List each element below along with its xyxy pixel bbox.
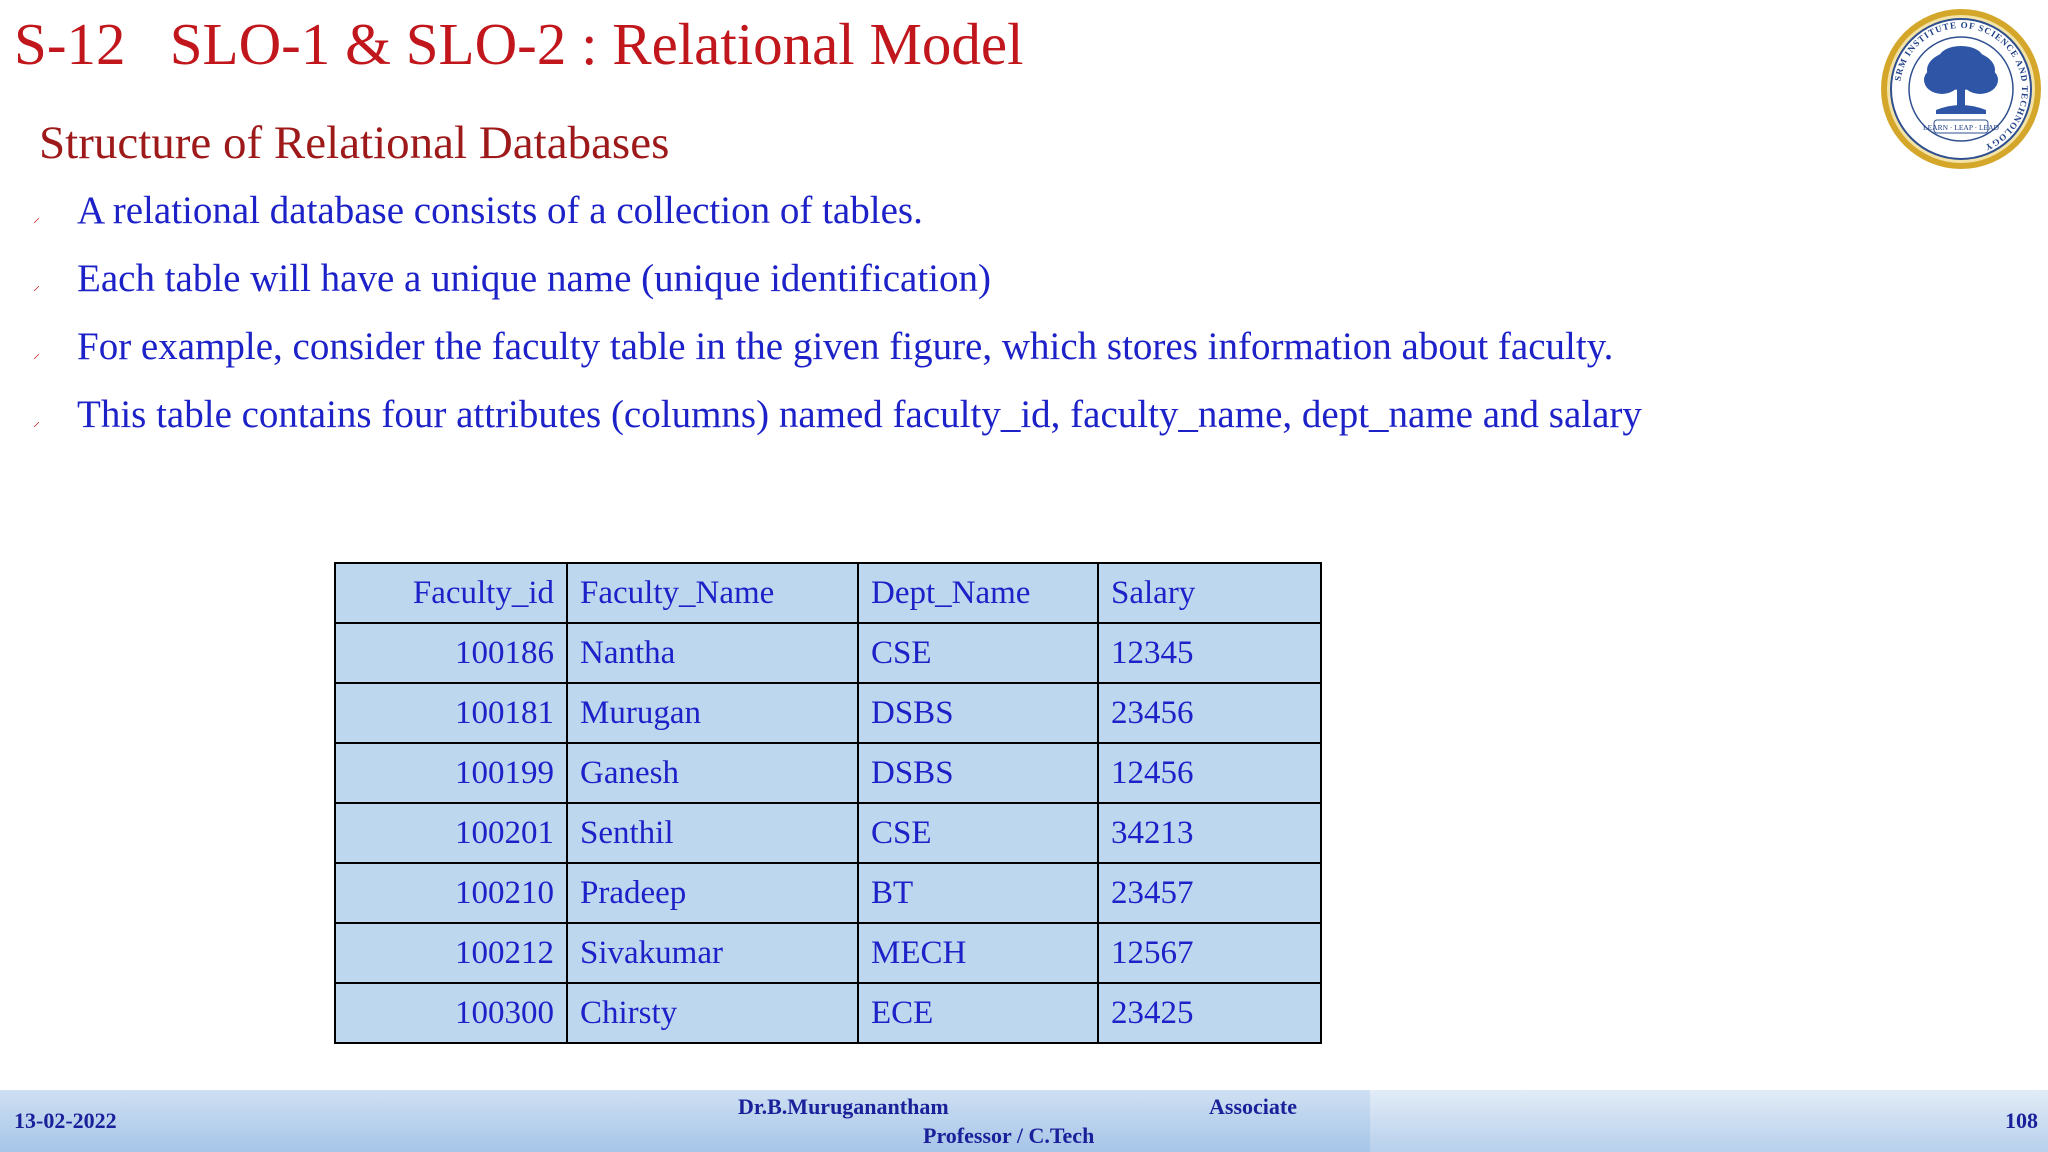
cell-dept-name: BT [857, 862, 1099, 924]
table-header-row: Faculty_id Faculty_Name Dept_Name Salary [334, 562, 1322, 624]
cell-dept-name: ECE [857, 982, 1099, 1044]
cell-dept-name: CSE [857, 622, 1099, 684]
cell-faculty-id: 100186 [334, 622, 568, 684]
section-subtitle: Structure of Relational Databases [39, 117, 670, 169]
column-header-dept-name: Dept_Name [857, 562, 1099, 624]
cell-salary: 12456 [1097, 742, 1322, 804]
institute-logo-icon: SRM INSTITUTE OF SCIENCE AND TECHNOLOGY … [1881, 9, 2041, 169]
cell-faculty-id: 100300 [334, 982, 568, 1044]
bullet-marker-icon: ⸝ [33, 347, 40, 362]
cell-faculty-id: 100201 [334, 802, 568, 864]
footer-role-line2: Professor / C.Tech [923, 1123, 1095, 1148]
cell-faculty-id: 100181 [334, 682, 568, 744]
cell-faculty-name: Nantha [566, 622, 859, 684]
cell-dept-name: DSBS [857, 742, 1099, 804]
table-row: 100199 Ganesh DSBS 12456 [334, 742, 1322, 804]
bullet-item: ⸝ Each table will have a unique name (uni… [30, 256, 1810, 302]
slide-title: S-12 SLO-1 & SLO-2 : Relational Model [14, 11, 1024, 77]
column-header-salary: Salary [1097, 562, 1322, 624]
bullet-text: A relational database consists of a coll… [77, 189, 923, 232]
cell-faculty-name: Chirsty [566, 982, 859, 1044]
cell-salary: 23425 [1097, 982, 1322, 1044]
bullet-text: This table contains four attributes (col… [77, 393, 1642, 436]
table-row: 100210 Pradeep BT 23457 [334, 862, 1322, 924]
bullet-item: ⸝ This table contains four attributes (co… [30, 392, 1737, 438]
cell-dept-name: CSE [857, 802, 1099, 864]
cell-salary: 12567 [1097, 922, 1322, 984]
cell-faculty-id: 100199 [334, 742, 568, 804]
bullet-item: ⸝ A relational database consists of a col… [30, 188, 1810, 234]
cell-salary: 34213 [1097, 802, 1322, 864]
table-row: 100181 Murugan DSBS 23456 [334, 682, 1322, 744]
bullet-list: ⸝ A relational database consists of a col… [30, 188, 1810, 460]
cell-salary: 23457 [1097, 862, 1322, 924]
cell-faculty-name: Sivakumar [566, 922, 859, 984]
column-header-faculty-name: Faculty_Name [566, 562, 859, 624]
table-row: 100201 Senthil CSE 34213 [334, 802, 1322, 864]
page-number: 108 [2005, 1108, 2038, 1133]
bullet-text: For example, consider the faculty table … [77, 325, 1614, 368]
cell-faculty-name: Pradeep [566, 862, 859, 924]
bullet-marker-icon: ⸝ [33, 211, 40, 226]
cell-faculty-name: Murugan [566, 682, 859, 744]
footer-band [1370, 1090, 2048, 1152]
table-row: 100212 Sivakumar MECH 12567 [334, 922, 1322, 984]
bullet-text: Each table will have a unique name (uniq… [77, 257, 991, 300]
bullet-marker-icon: ⸝ [33, 279, 40, 294]
cell-salary: 12345 [1097, 622, 1322, 684]
table-row: 100300 Chirsty ECE 23425 [334, 982, 1322, 1044]
bullet-marker-icon: ⸝ [33, 415, 40, 430]
cell-faculty-name: Senthil [566, 802, 859, 864]
cell-dept-name: MECH [857, 922, 1099, 984]
bullet-item: ⸝ For example, consider the faculty table… [30, 324, 1810, 370]
footer-role-line1: Associate [1209, 1094, 1297, 1119]
table-row: 100186 Nantha CSE 12345 [334, 622, 1322, 684]
faculty-table: Faculty_id Faculty_Name Dept_Name Salary… [334, 562, 1322, 1044]
cell-faculty-id: 100210 [334, 862, 568, 924]
cell-faculty-name: Ganesh [566, 742, 859, 804]
cell-salary: 23456 [1097, 682, 1322, 744]
slide-footer: 13-02-2022 Dr.B.Muruganantham Associate … [0, 1090, 2048, 1152]
footer-author: Dr.B.Muruganantham [738, 1094, 949, 1119]
footer-date: 13-02-2022 [14, 1108, 117, 1133]
cell-dept-name: DSBS [857, 682, 1099, 744]
logo-motto: LEARN · LEAP · LEAD [1923, 123, 2000, 132]
column-header-faculty-id: Faculty_id [334, 562, 568, 624]
cell-faculty-id: 100212 [334, 922, 568, 984]
